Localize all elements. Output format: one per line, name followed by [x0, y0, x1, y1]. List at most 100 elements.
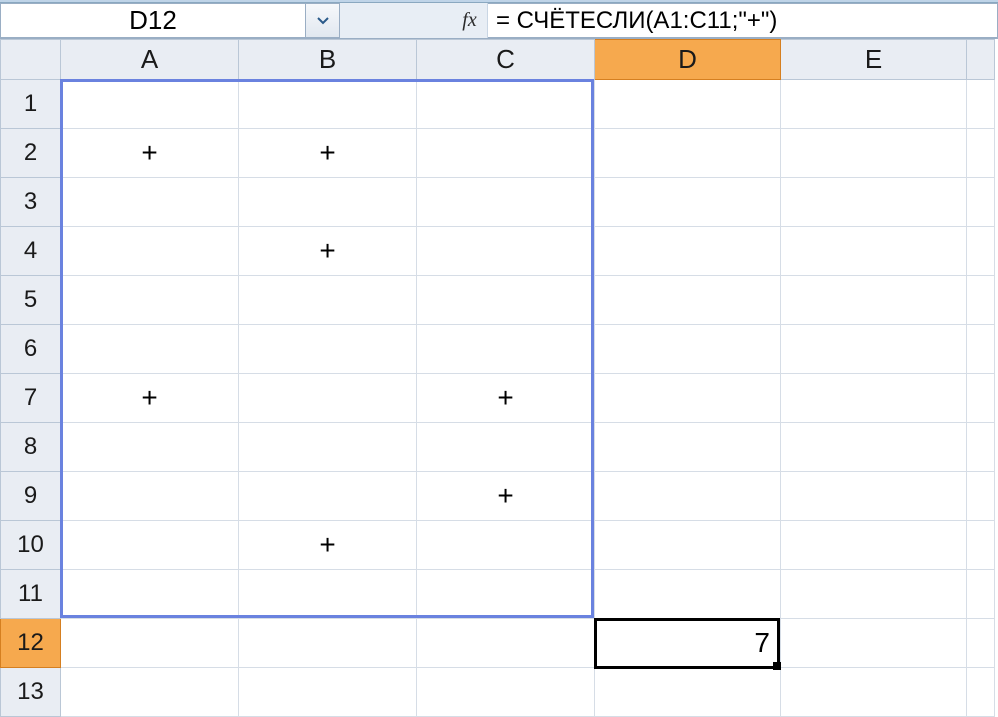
- cell-A9[interactable]: [61, 472, 239, 521]
- cell-B4[interactable]: +: [239, 227, 417, 276]
- cell-F8[interactable]: [967, 423, 995, 472]
- cell-B10[interactable]: +: [239, 521, 417, 570]
- cell-F12[interactable]: [967, 619, 995, 668]
- cell-C5[interactable]: [417, 276, 595, 325]
- spreadsheet-grid[interactable]: A B C D E 1 2++ 3 4+ 5 6 7++ 8 9+ 10+ 11…: [0, 39, 998, 717]
- cell-F5[interactable]: [967, 276, 995, 325]
- row-header-2[interactable]: 2: [1, 129, 61, 178]
- cell-D6[interactable]: [595, 325, 781, 374]
- cell-A2[interactable]: +: [61, 129, 239, 178]
- cell-C13[interactable]: [417, 668, 595, 717]
- cell-F11[interactable]: [967, 570, 995, 619]
- cell-C4[interactable]: [417, 227, 595, 276]
- row-header-11[interactable]: 11: [1, 570, 61, 619]
- cell-D2[interactable]: [595, 129, 781, 178]
- cell-C3[interactable]: [417, 178, 595, 227]
- row-header-12[interactable]: 12: [1, 619, 61, 668]
- cell-E2[interactable]: [781, 129, 967, 178]
- row-header-3[interactable]: 3: [1, 178, 61, 227]
- cell-E9[interactable]: [781, 472, 967, 521]
- cell-A6[interactable]: [61, 325, 239, 374]
- col-header-B[interactable]: B: [239, 40, 417, 80]
- col-header-A[interactable]: A: [61, 40, 239, 80]
- fx-icon[interactable]: fx: [452, 3, 488, 38]
- cell-D13[interactable]: [595, 668, 781, 717]
- cell-B7[interactable]: [239, 374, 417, 423]
- cell-C1[interactable]: [417, 80, 595, 129]
- cell-D4[interactable]: [595, 227, 781, 276]
- cell-F10[interactable]: [967, 521, 995, 570]
- row-header-9[interactable]: 9: [1, 472, 61, 521]
- cell-F9[interactable]: [967, 472, 995, 521]
- col-header-C[interactable]: C: [417, 40, 595, 80]
- cell-E6[interactable]: [781, 325, 967, 374]
- row-header-4[interactable]: 4: [1, 227, 61, 276]
- cell-F13[interactable]: [967, 668, 995, 717]
- cell-E8[interactable]: [781, 423, 967, 472]
- cell-D9[interactable]: [595, 472, 781, 521]
- col-header-E[interactable]: E: [781, 40, 967, 80]
- cell-E7[interactable]: [781, 374, 967, 423]
- cell-B11[interactable]: [239, 570, 417, 619]
- cell-B13[interactable]: [239, 668, 417, 717]
- cell-A1[interactable]: [61, 80, 239, 129]
- cell-D7[interactable]: [595, 374, 781, 423]
- cell-E12[interactable]: [781, 619, 967, 668]
- cell-C8[interactable]: [417, 423, 595, 472]
- cell-A12[interactable]: [61, 619, 239, 668]
- cell-E13[interactable]: [781, 668, 967, 717]
- row-header-1[interactable]: 1: [1, 80, 61, 129]
- row-header-7[interactable]: 7: [1, 374, 61, 423]
- cell-E10[interactable]: [781, 521, 967, 570]
- cell-B9[interactable]: [239, 472, 417, 521]
- cell-B12[interactable]: [239, 619, 417, 668]
- cell-D1[interactable]: [595, 80, 781, 129]
- cell-D5[interactable]: [595, 276, 781, 325]
- row-header-8[interactable]: 8: [1, 423, 61, 472]
- row-header-10[interactable]: 10: [1, 521, 61, 570]
- select-all-corner[interactable]: [1, 40, 61, 80]
- name-box-dropdown[interactable]: [306, 3, 340, 38]
- cell-E3[interactable]: [781, 178, 967, 227]
- col-header-partial[interactable]: [967, 40, 995, 80]
- cell-B8[interactable]: [239, 423, 417, 472]
- cell-D12[interactable]: 7: [595, 619, 781, 668]
- formula-input[interactable]: = СЧЁТЕСЛИ(A1:C11;"+"): [488, 3, 998, 38]
- col-header-D[interactable]: D: [595, 40, 781, 80]
- cell-B3[interactable]: [239, 178, 417, 227]
- cell-A11[interactable]: [61, 570, 239, 619]
- cell-E1[interactable]: [781, 80, 967, 129]
- cell-D11[interactable]: [595, 570, 781, 619]
- cell-C11[interactable]: [417, 570, 595, 619]
- cell-F2[interactable]: [967, 129, 995, 178]
- cell-D3[interactable]: [595, 178, 781, 227]
- row-header-5[interactable]: 5: [1, 276, 61, 325]
- cell-A3[interactable]: [61, 178, 239, 227]
- cell-C9[interactable]: +: [417, 472, 595, 521]
- cell-F1[interactable]: [967, 80, 995, 129]
- cell-A13[interactable]: [61, 668, 239, 717]
- cell-D8[interactable]: [595, 423, 781, 472]
- cell-E5[interactable]: [781, 276, 967, 325]
- cell-B5[interactable]: [239, 276, 417, 325]
- row-header-6[interactable]: 6: [1, 325, 61, 374]
- cell-A8[interactable]: [61, 423, 239, 472]
- cell-F6[interactable]: [967, 325, 995, 374]
- cell-C2[interactable]: [417, 129, 595, 178]
- cell-D10[interactable]: [595, 521, 781, 570]
- cell-A7[interactable]: +: [61, 374, 239, 423]
- name-box[interactable]: D12: [0, 3, 306, 38]
- cell-F3[interactable]: [967, 178, 995, 227]
- row-header-13[interactable]: 13: [1, 668, 61, 717]
- cell-C7[interactable]: +: [417, 374, 595, 423]
- cell-E4[interactable]: [781, 227, 967, 276]
- cell-C10[interactable]: [417, 521, 595, 570]
- cell-C6[interactable]: [417, 325, 595, 374]
- cell-A4[interactable]: [61, 227, 239, 276]
- cell-F4[interactable]: [967, 227, 995, 276]
- cell-B6[interactable]: [239, 325, 417, 374]
- cell-C12[interactable]: [417, 619, 595, 668]
- cell-F7[interactable]: [967, 374, 995, 423]
- cell-E11[interactable]: [781, 570, 967, 619]
- cell-A5[interactable]: [61, 276, 239, 325]
